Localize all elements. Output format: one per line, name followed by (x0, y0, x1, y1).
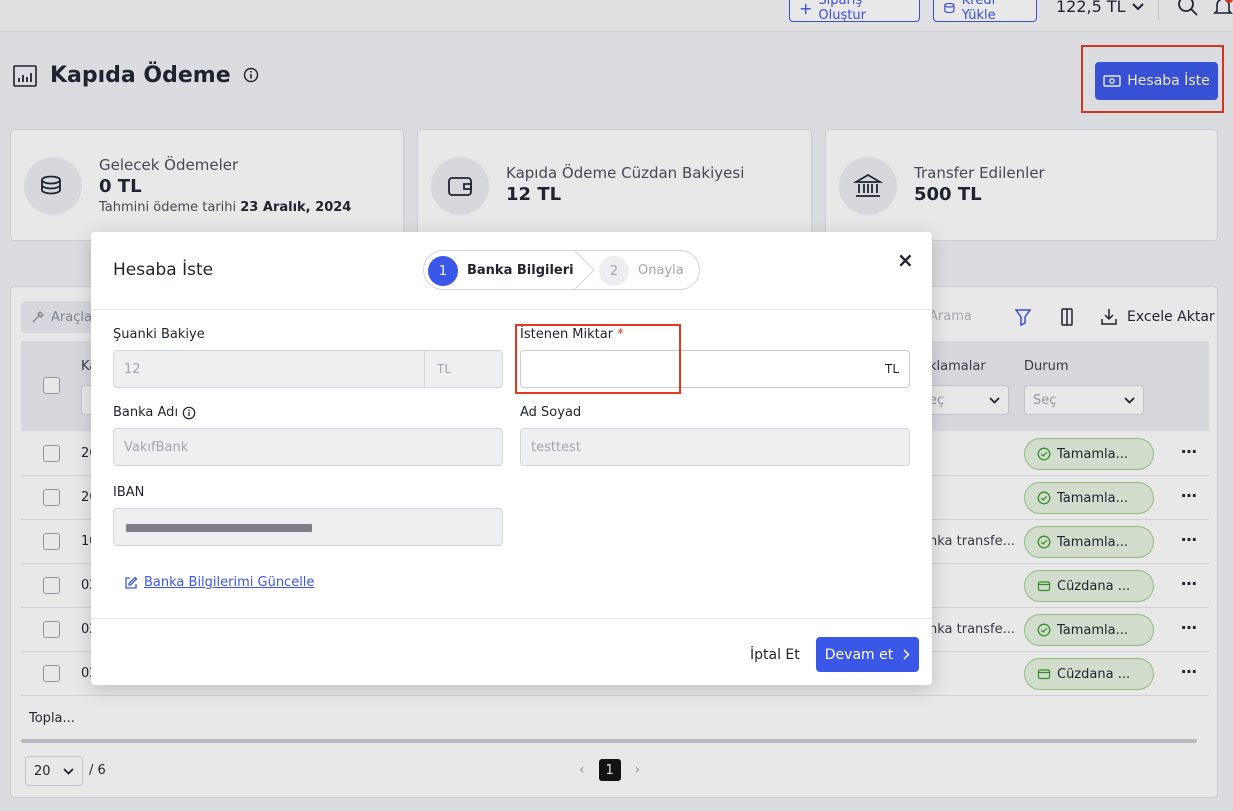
balance-label: Şuanki Bakiye (113, 327, 205, 342)
continue-button[interactable]: Devam et (816, 637, 919, 672)
info-icon[interactable] (182, 406, 196, 420)
bank-label: Banka Adı (113, 405, 196, 420)
step-2-label: Onayla (638, 263, 684, 278)
edit-icon (125, 576, 138, 589)
update-bank-info-link[interactable]: Banka Bilgilerimi Güncelle (124, 575, 314, 590)
step-1-number: 1 (428, 256, 458, 286)
modal-title: Hesaba İste (113, 260, 214, 280)
highlight-box (515, 324, 681, 394)
chevron-right-icon (903, 649, 910, 660)
iban-label: IBAN (113, 485, 145, 500)
bank-name-field: VakıfBank (113, 428, 503, 466)
withdraw-modal: Hesaba İste 1 Banka Bilgileri 2 Onayla ×… (91, 232, 932, 685)
amount-suffix: TL (885, 362, 900, 376)
close-icon[interactable]: × (897, 248, 914, 272)
iban-field (113, 508, 503, 546)
balance-field: 12 TL (113, 350, 503, 388)
step-separator-icon (573, 250, 595, 290)
step-2-number: 2 (599, 256, 629, 286)
full-name-label: Ad Soyad (520, 405, 582, 420)
cancel-button[interactable]: İptal Et (750, 647, 800, 663)
stepper: 1 Banka Bilgileri 2 Onayla (423, 250, 700, 290)
redacted-iban (126, 524, 312, 532)
full-name-field: testtest (520, 428, 910, 466)
balance-suffix: TL (424, 351, 502, 387)
divider (91, 309, 932, 310)
divider (91, 618, 932, 619)
step-1-label: Banka Bilgileri (467, 263, 574, 278)
